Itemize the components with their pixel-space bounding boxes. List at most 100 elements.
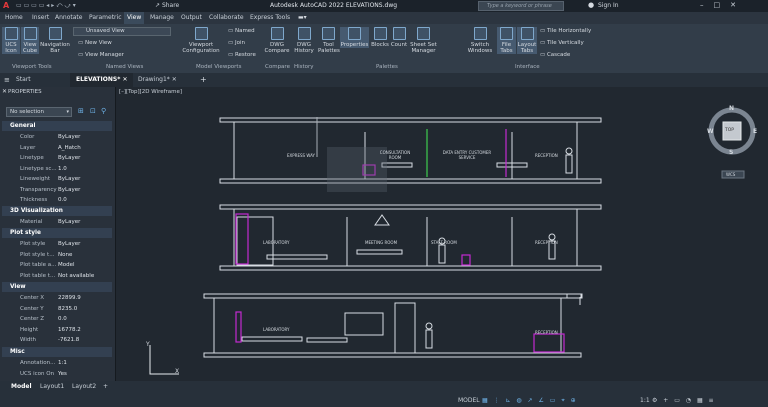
ucs-icon-button[interactable]: UCS Icon <box>2 27 20 54</box>
view-cube-top[interactable]: TOP <box>725 128 734 133</box>
sheet-set-manager-button[interactable]: Sheet Set Manager <box>409 27 438 54</box>
layout-tabs-button[interactable]: Layout Tabs <box>517 27 537 54</box>
new-tab-icon[interactable]: + <box>200 75 207 84</box>
properties-button[interactable]: Properties <box>340 27 369 48</box>
selection-dropdown[interactable]: No selection ▾ <box>6 107 72 117</box>
property-row[interactable]: Plot table a... Model <box>0 260 116 270</box>
property-value[interactable]: ByLayer <box>58 132 80 142</box>
property-row[interactable]: Center Z 0.0 <box>0 314 116 324</box>
tile-vertically-button[interactable]: ▭ Tile Vertically <box>540 40 584 46</box>
property-value[interactable]: Model <box>58 260 75 270</box>
tab-annotate[interactable]: Annotate <box>55 14 82 21</box>
dwg-compare-button[interactable]: DWG Compare <box>264 27 290 54</box>
compass-s[interactable]: S <box>729 149 733 156</box>
search-box[interactable]: Type a keyword or phrase <box>478 1 564 11</box>
compass-w[interactable]: W <box>707 128 714 135</box>
section-3d-visualization[interactable]: 3D Visualization <box>2 206 112 216</box>
tab-collaborate[interactable]: Collaborate <box>209 14 244 21</box>
select-objects-icon[interactable]: ⊡ <box>90 107 96 115</box>
property-value[interactable]: ByLayer <box>58 239 80 249</box>
property-value[interactable]: 16778.2 <box>58 325 81 335</box>
layout-tab-layout2[interactable]: Layout2 <box>72 381 96 393</box>
file-tabs-button[interactable]: File Tabs <box>497 27 516 54</box>
tab-manage[interactable]: Manage <box>150 14 174 21</box>
property-value[interactable]: 0.0 <box>58 195 67 205</box>
property-row[interactable]: Color ByLayer <box>0 132 116 142</box>
quick-select-icon[interactable]: ⚲ <box>101 107 106 115</box>
quick-access-toolbar[interactable]: ▭ ▭ ▭ ▭ ◂ ▸ ⤺ ⤻ ▾ <box>16 2 76 10</box>
property-row[interactable]: Layer A_Hatch <box>0 143 116 153</box>
blocks-button[interactable]: Blocks <box>370 27 390 48</box>
view-select[interactable]: Unsaved View <box>73 27 171 36</box>
property-value[interactable]: Yes <box>58 369 67 379</box>
status-right-icons[interactable]: ⚙ + ▭ ◔ ▦ ≡ <box>652 395 716 407</box>
palette-title-strip[interactable]: ✕ PROPERTIES <box>0 87 116 97</box>
restore-viewports-button[interactable]: ▭ Restore <box>228 52 256 58</box>
tab-express-tools[interactable]: Express Tools <box>250 14 290 21</box>
property-row[interactable]: Plot table t... Not available <box>0 271 116 281</box>
property-row[interactable]: Center X 22899.9 <box>0 293 116 303</box>
layout-tab-layout1[interactable]: Layout1 <box>40 381 64 393</box>
layout-tab-model[interactable]: Model <box>11 381 32 393</box>
add-layout-icon[interactable]: + <box>103 381 108 393</box>
section-general[interactable]: General <box>2 121 112 131</box>
property-value[interactable]: 0.0 <box>58 314 67 324</box>
property-row[interactable]: Width -7621.8 <box>0 335 116 345</box>
property-row[interactable]: Linetype sc... 1.0 <box>0 164 116 174</box>
tab-parametric[interactable]: Parametric <box>89 14 122 21</box>
property-row[interactable]: Center Y 8235.0 <box>0 304 116 314</box>
property-row[interactable]: UCS icon On Yes <box>0 369 116 379</box>
tool-palettes-button[interactable]: Tool Palettes <box>318 27 340 54</box>
signin-link[interactable]: Sign In <box>598 2 619 9</box>
property-row[interactable]: Lineweight ByLayer <box>0 174 116 184</box>
viewport-tools-panel-label[interactable]: Viewport Tools <box>12 64 52 70</box>
property-row[interactable]: Plot style t... None <box>0 250 116 260</box>
section-view[interactable]: View <box>2 282 112 292</box>
property-value[interactable]: 22899.9 <box>58 293 81 303</box>
property-value[interactable]: ByLayer <box>58 217 80 227</box>
property-value[interactable]: ByLayer <box>58 174 80 184</box>
search-input[interactable]: Type a keyword or phrase <box>487 3 552 9</box>
property-value[interactable]: ByLayer <box>58 185 80 195</box>
new-view-button[interactable]: ▭ New View <box>78 40 112 46</box>
tab-output[interactable]: Output <box>181 14 202 21</box>
named-viewports-button[interactable]: ▭ Named <box>228 28 255 34</box>
section-misc[interactable]: Misc <box>2 347 112 357</box>
property-row[interactable]: Transparency ByLayer <box>0 185 116 195</box>
share-button[interactable]: ↗ Share <box>155 2 179 9</box>
user-icon[interactable]: ● <box>588 1 594 9</box>
status-toggle-icons[interactable]: ▦ ⋮ ⊾ ◍ ↗ ∠ ▭ ⌖ ⊕ <box>482 395 578 407</box>
window-controls[interactable]: –□✕ <box>700 1 746 9</box>
property-value[interactable]: -7621.8 <box>58 335 79 345</box>
property-value[interactable]: 8235.0 <box>58 304 77 314</box>
app-logo-icon[interactable]: A <box>3 1 9 10</box>
close-icon[interactable]: ✕ <box>2 88 7 95</box>
toggle-pickadd-icon[interactable]: ⊞ <box>78 107 84 115</box>
tab-insert[interactable]: Insert <box>32 14 49 21</box>
navigation-bar-button[interactable]: Navigation Bar <box>40 27 70 54</box>
section-plot-style[interactable]: Plot style <box>2 228 112 238</box>
drawing-canvas[interactable]: [–][Top][2D Wireframe] EXPRESS WAY CONSU… <box>117 87 768 381</box>
wcs-menu[interactable]: WCS <box>726 172 735 177</box>
property-row[interactable]: Thickness 0.0 <box>0 195 116 205</box>
switch-windows-button[interactable]: Switch Windows <box>465 27 495 54</box>
doc-tab-drawing1[interactable]: Drawing1* ✕ <box>132 73 183 87</box>
property-row[interactable]: Linetype ByLayer <box>0 153 116 163</box>
property-value[interactable]: Not available <box>58 271 94 281</box>
palettes-panel-label[interactable]: Palettes <box>376 64 398 70</box>
property-value[interactable]: ByLayer <box>58 153 80 163</box>
property-row[interactable]: Material ByLayer <box>0 217 116 227</box>
model-space-button[interactable]: MODEL <box>458 395 480 407</box>
property-value[interactable]: None <box>58 250 72 260</box>
viewport-config-button[interactable]: Viewport Configuration <box>180 27 222 54</box>
compass-n[interactable]: N <box>729 105 734 112</box>
ribbon-toggle-icon[interactable]: ▬▾ <box>298 14 307 21</box>
cascade-button[interactable]: ▭ Cascade <box>540 52 570 58</box>
doc-tab-elevations[interactable]: ELEVATIONS* ✕ <box>70 73 134 87</box>
count-button[interactable]: Count <box>390 27 408 48</box>
property-row[interactable]: Height 16778.2 <box>0 325 116 335</box>
close-icon[interactable]: ✕ <box>172 76 177 83</box>
property-value[interactable]: 1.0 <box>58 164 67 174</box>
doc-tab-start[interactable]: Start <box>10 73 37 87</box>
property-row[interactable]: Plot style ByLayer <box>0 239 116 249</box>
